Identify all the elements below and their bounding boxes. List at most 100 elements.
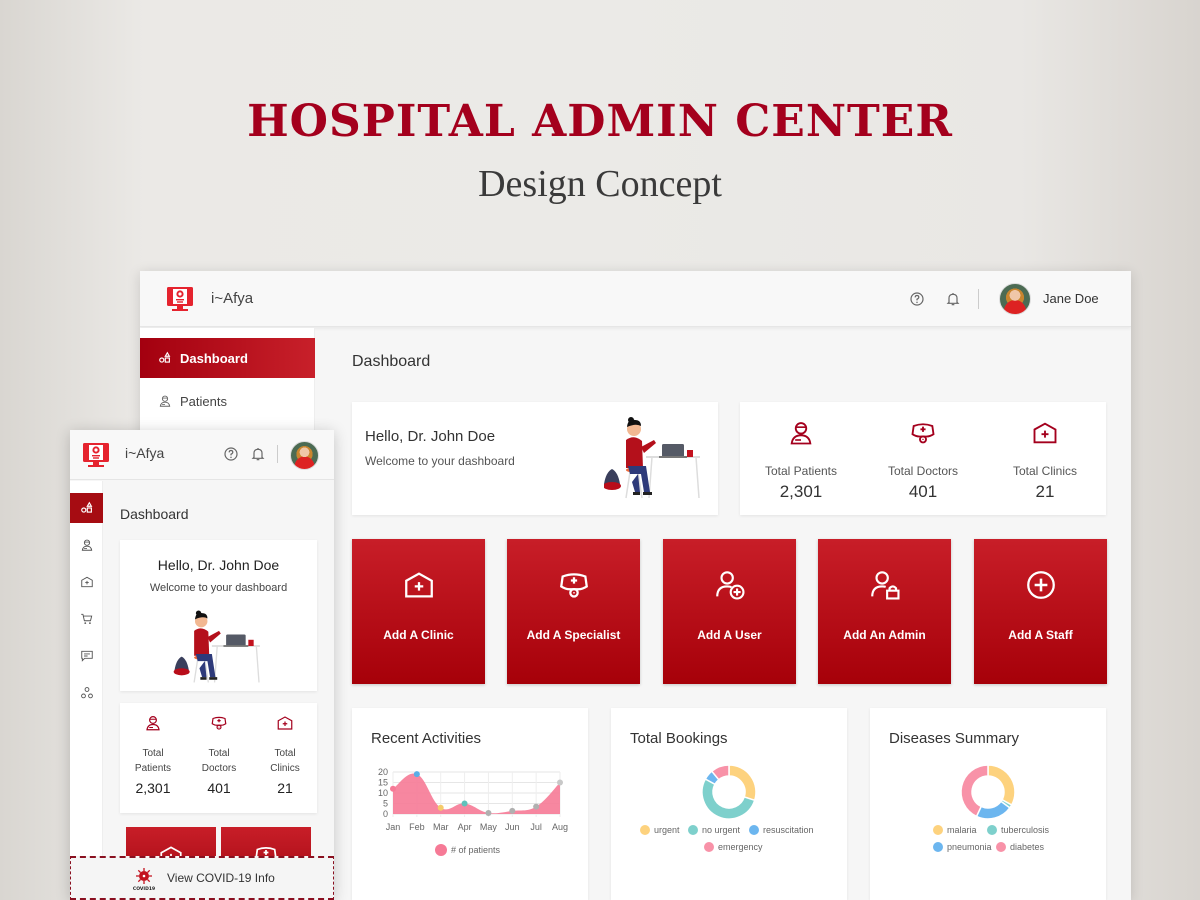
network-icon	[80, 686, 94, 700]
legend-label: tuberculosis	[1001, 825, 1050, 835]
rail-item-network[interactable]	[70, 678, 103, 708]
legend-swatch	[933, 825, 943, 835]
sidebar-item-patients[interactable]: Patients	[140, 381, 315, 421]
doctor-at-desk-illustration	[171, 606, 267, 686]
mobile-icon-rail	[70, 481, 103, 900]
patient-icon	[158, 394, 172, 408]
svg-text:COVID19: COVID19	[133, 886, 155, 892]
doctor-cap-icon	[557, 568, 591, 602]
page-title: Dashboard	[352, 353, 431, 370]
add-staff-button[interactable]: Add A Staff	[974, 539, 1107, 684]
x-tick-label: Jul	[530, 822, 542, 832]
stat-total-patients: Total Patients 2,301	[740, 402, 862, 515]
stat-total-doctors: Total Doctors 401	[186, 703, 252, 813]
data-point	[485, 809, 492, 816]
message-icon	[80, 649, 94, 663]
bell-icon[interactable]	[945, 291, 961, 307]
legend-label: emergency	[718, 842, 763, 852]
data-point	[533, 803, 540, 810]
mobile-main: Dashboard Hello, Dr. John Doe Welcome to…	[104, 481, 334, 900]
legend-swatch	[704, 842, 714, 852]
donut-slice	[728, 764, 757, 802]
legend-label: resuscitation	[763, 825, 814, 835]
rail-item-clinics[interactable]	[70, 567, 103, 597]
action-label: Add A Specialist	[526, 628, 621, 642]
stat-total-clinics: Total Clinics 21	[984, 402, 1106, 515]
stat-total-doctors: Total Doctors 401	[862, 402, 984, 515]
rail-item-cart[interactable]	[70, 604, 103, 634]
add-specialist-button[interactable]: Add A Specialist	[507, 539, 640, 684]
legend-swatch	[996, 842, 1006, 852]
y-tick-label: 20	[378, 767, 388, 777]
avatar[interactable]	[290, 441, 319, 470]
stat-label: Total Doctors	[887, 464, 959, 478]
welcome-subtitle: Welcome to your dashboard	[149, 582, 288, 594]
data-point	[413, 771, 420, 778]
x-tick-label: May	[480, 822, 498, 832]
sidebar-item-label: Patients	[180, 393, 227, 409]
data-point	[461, 800, 468, 807]
x-tick-label: Apr	[458, 822, 472, 832]
x-tick-label: Aug	[552, 822, 568, 832]
page-title: Dashboard	[120, 506, 189, 522]
data-point	[390, 785, 396, 792]
brand-name[interactable]: i~Afya	[125, 445, 164, 461]
doctor-at-desk-illustration	[604, 412, 704, 502]
mobile-header: i~Afya	[70, 430, 334, 480]
welcome-card: Hello, Dr. John Doe Welcome to your dash…	[352, 402, 718, 515]
stat-total-clinics: Total Clinics 21	[252, 703, 318, 813]
patient-icon	[787, 419, 815, 447]
rail-item-messages[interactable]	[70, 641, 103, 671]
header-divider	[978, 289, 979, 309]
add-user-button[interactable]: Add A User	[663, 539, 796, 684]
sidebar-item-dashboard[interactable]: Dashboard	[140, 338, 315, 378]
donut-slice	[987, 764, 1016, 807]
user-lock-icon	[868, 568, 902, 602]
doctor-cap-icon	[909, 419, 937, 447]
recent-activities-panel: Recent Activities 0 5 10 15 20 Jan Feb Mar Apr Ma…	[352, 708, 588, 900]
legend-label: malaria	[947, 825, 977, 835]
patient-icon	[80, 538, 94, 552]
sidebar-item-label: Dashboard	[180, 350, 248, 366]
x-tick-label: Mar	[433, 822, 449, 832]
diseases-summary-panel: Diseases Summary malaria tuberculosis pneu…	[870, 708, 1106, 900]
stat-label: Total Clinics	[1012, 464, 1078, 478]
x-tick-label: Feb	[409, 822, 425, 832]
action-label: Add An Admin	[843, 628, 926, 642]
monitor-medical-icon[interactable]	[81, 440, 111, 470]
legend-swatch	[987, 825, 997, 835]
legend-swatch	[749, 825, 759, 835]
covid-info-button[interactable]: COVID19 View COVID-19 Info	[70, 856, 334, 900]
welcome-greeting: Hello, Dr. John Doe	[365, 428, 496, 445]
user-name[interactable]: Jane Doe	[1043, 291, 1099, 306]
help-circle-icon[interactable]	[909, 291, 925, 307]
covid-info-label: View COVID-19 Info	[167, 871, 275, 885]
stat-label: Total Doctors	[201, 748, 237, 774]
legend-swatch	[435, 844, 447, 856]
y-tick-label: 15	[378, 778, 388, 788]
bell-icon[interactable]	[250, 446, 266, 462]
legend-label: pneumonia	[947, 842, 992, 852]
cart-icon	[80, 612, 94, 626]
add-admin-button[interactable]: Add An Admin	[818, 539, 951, 684]
stat-total-patients: Total Patients 2,301	[120, 703, 186, 813]
legend-swatch	[640, 825, 650, 835]
help-circle-icon[interactable]	[223, 446, 239, 462]
stat-label: Total Patients	[764, 464, 838, 478]
rail-item-patients[interactable]	[70, 530, 103, 560]
welcome-greeting: Hello, Dr. John Doe	[157, 557, 280, 573]
hero-subtitle: Design Concept	[478, 163, 722, 205]
header-divider	[277, 445, 278, 463]
monitor-medical-icon[interactable]	[165, 284, 195, 314]
main-content: Dashboard Hello, Dr. John Doe Welcome to…	[316, 328, 1131, 900]
x-tick-label: Jan	[386, 822, 401, 832]
rail-item-dashboard[interactable]	[70, 493, 103, 523]
stat-value: 2,301	[135, 780, 171, 796]
avatar[interactable]	[999, 283, 1031, 315]
add-clinic-button[interactable]: Add A Clinic	[352, 539, 485, 684]
total-bookings-panel: Total Bookings urgent no urgent resuscitat…	[611, 708, 847, 900]
legend-label: urgent	[654, 825, 680, 835]
clinic-icon	[276, 714, 294, 732]
shapes-icon	[158, 351, 172, 365]
brand-name[interactable]: i~Afya	[211, 290, 253, 307]
